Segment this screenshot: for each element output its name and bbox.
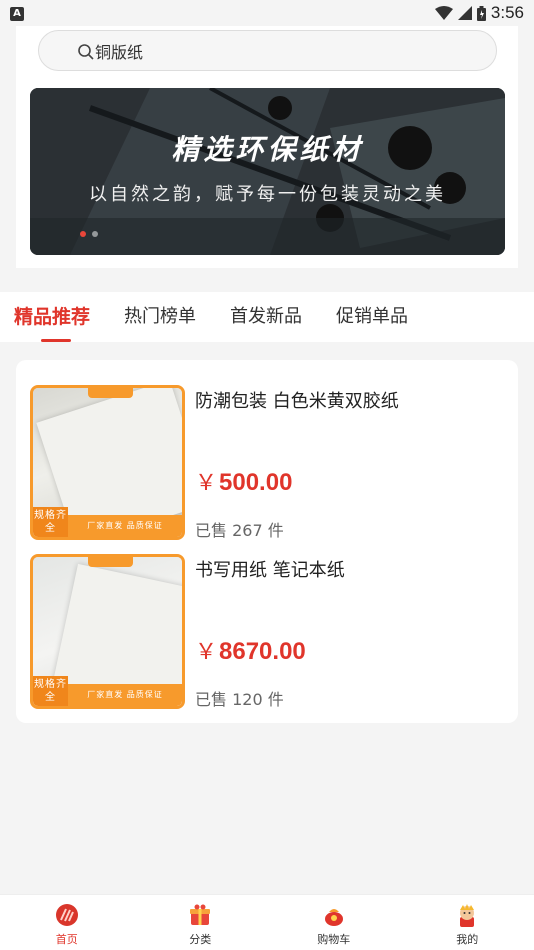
status-icons: 3:56 xyxy=(434,3,524,23)
banner-machine-art xyxy=(30,88,505,255)
wifi-icon xyxy=(434,6,453,20)
nav-label: 购物车 xyxy=(317,933,351,946)
product-price: ￥500.00 xyxy=(195,465,292,497)
tab-label: 热门榜单 xyxy=(124,306,197,327)
price-value: 500.00 xyxy=(219,469,293,496)
banner-subtitle: 以自然之韵，赋予每一份包装灵动之美 xyxy=(89,184,446,205)
spec-badge: 规格齐全 xyxy=(33,676,68,706)
search-input[interactable]: 铜版纸 xyxy=(38,30,497,71)
nav-label: 首页 xyxy=(55,933,78,946)
tab-label: 首发新品 xyxy=(230,306,303,327)
image-strip: 厂家直发 品质保证 xyxy=(68,515,182,537)
category-gift-icon xyxy=(190,904,211,925)
top-card: 铜版纸 精选环保纸材 以自然之韵，赋予每一份包装灵动之美 xyxy=(16,26,518,268)
tab-label: 促销单品 xyxy=(336,306,409,327)
search-icon xyxy=(78,44,94,60)
image-brand-tag xyxy=(88,388,133,398)
sold-count: 已售 267 件 xyxy=(195,521,284,540)
tab-hot-list[interactable]: 热门榜单 xyxy=(124,292,196,342)
home-icon xyxy=(55,904,78,926)
nav-cart[interactable]: 购物车 xyxy=(267,895,401,950)
product-item[interactable]: 规格齐全 厂家直发 品质保证 防潮包装 白色米黄双胶纸 ￥500.00 已售 2… xyxy=(30,385,506,541)
banner-title: 精选环保纸材 xyxy=(171,133,364,166)
battery-icon xyxy=(476,5,486,21)
bottom-nav: 首页 分类 购物车 我的 xyxy=(0,894,534,950)
sold-count: 已售 120 件 xyxy=(195,690,284,709)
nav-home[interactable]: 首页 xyxy=(0,895,134,950)
image-brand-tag xyxy=(88,557,133,567)
tab-promotions[interactable]: 促销单品 xyxy=(336,292,408,342)
banner-pagination xyxy=(80,231,98,237)
nav-category[interactable]: 分类 xyxy=(134,895,268,950)
search-query: 铜版纸 xyxy=(95,42,144,62)
promo-banner[interactable]: 精选环保纸材 以自然之韵，赋予每一份包装灵动之美 xyxy=(30,88,505,255)
cart-bag-icon xyxy=(324,909,343,926)
tab-featured[interactable]: 精品推荐 xyxy=(14,292,90,342)
category-tabs: 精品推荐 热门榜单 首发新品 促销单品 xyxy=(0,292,534,342)
tab-label: 精品推荐 xyxy=(14,306,91,328)
tab-new-arrivals[interactable]: 首发新品 xyxy=(230,292,302,342)
profile-icon xyxy=(460,904,475,927)
product-image: 规格齐全 厂家直发 品质保证 xyxy=(30,385,185,540)
product-item[interactable]: 规格齐全 厂家直发 品质保证 书写用纸 笔记本纸 ￥8670.00 已售 120… xyxy=(30,554,506,710)
nav-profile[interactable]: 我的 xyxy=(401,895,534,950)
product-name: 防潮包装 白色米黄双胶纸 xyxy=(195,391,399,412)
currency-symbol: ￥ xyxy=(195,639,218,664)
product-name: 书写用纸 笔记本纸 xyxy=(195,560,345,581)
clock: 3:56 xyxy=(490,3,524,22)
currency-symbol: ￥ xyxy=(195,470,218,495)
signal-icon xyxy=(457,6,472,20)
price-value: 8670.00 xyxy=(219,638,306,665)
status-bar: A 3:56 xyxy=(0,0,534,28)
nav-label: 分类 xyxy=(189,933,212,946)
spec-badge: 规格齐全 xyxy=(33,507,68,537)
product-price: ￥8670.00 xyxy=(195,634,306,666)
product-list: 规格齐全 厂家直发 品质保证 防潮包装 白色米黄双胶纸 ￥500.00 已售 2… xyxy=(16,360,518,723)
tab-active-indicator xyxy=(41,339,71,342)
image-strip: 厂家直发 品质保证 xyxy=(68,684,182,706)
banner-dot-active xyxy=(80,231,86,237)
notification-badge: A xyxy=(10,7,24,21)
banner-dot xyxy=(92,231,98,237)
nav-label: 我的 xyxy=(456,933,479,946)
product-image: 规格齐全 厂家直发 品质保证 xyxy=(30,554,185,709)
